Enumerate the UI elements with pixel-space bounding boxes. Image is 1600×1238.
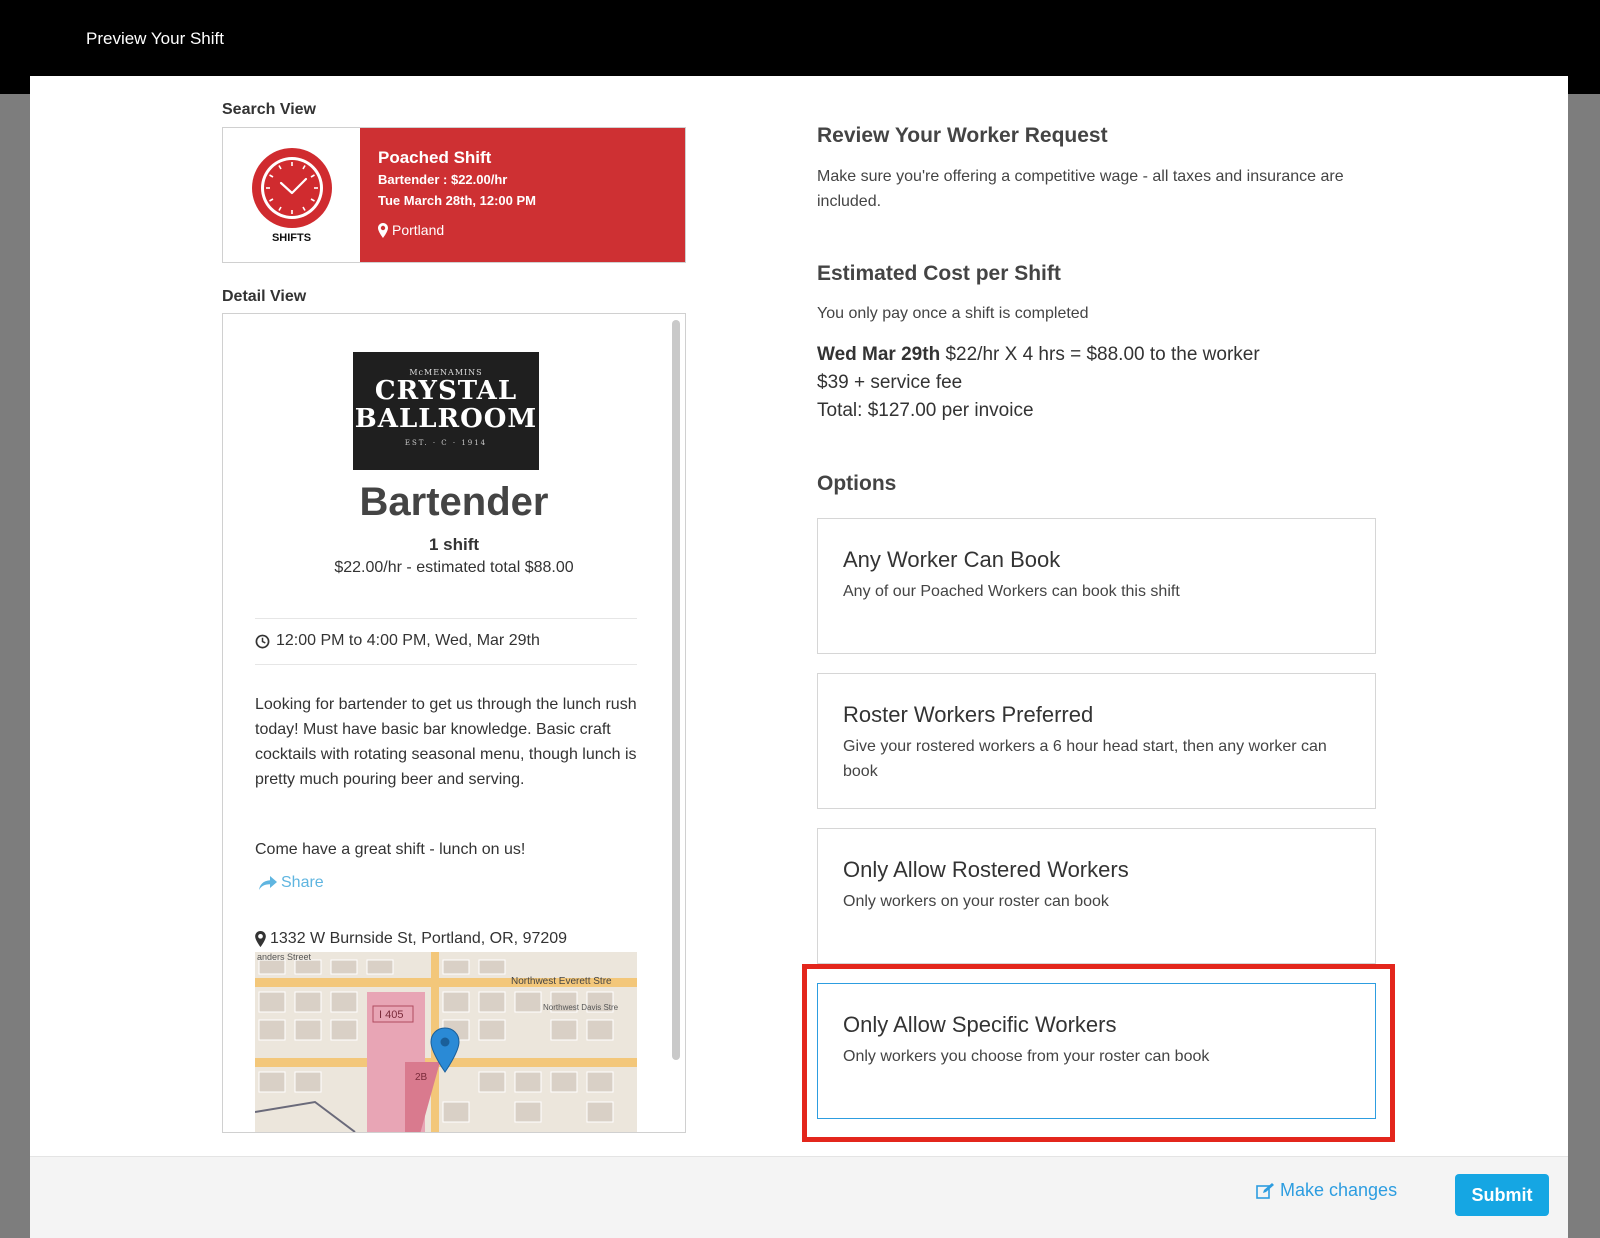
shift-time-text: 12:00 PM to 4:00 PM, Wed, Mar 29th (276, 632, 540, 649)
edit-icon (1256, 1182, 1274, 1199)
shifts-badge: SHIFTS (223, 128, 360, 262)
option-title: Roster Workers Preferred (843, 702, 1094, 727)
option-desc: Give your rostered workers a 6 hour head… (843, 738, 1327, 780)
detail-view-card: McMENAMINS CRYSTAL BALLROOM EST. · C · 1… (222, 313, 686, 1133)
options-title: Options (817, 472, 897, 495)
job-title: Bartender (359, 480, 549, 524)
map-exit-label: 2B (415, 1072, 428, 1083)
option-rostered-only[interactable]: Only Allow Rostered Workers Only workers… (817, 828, 1376, 964)
cost-total: Total: $127.00 per invoice (817, 400, 1034, 421)
shift-time: 12:00 PM to 4:00 PM, Wed, Mar 29th (255, 632, 540, 650)
search-card-location: Portland (378, 222, 667, 238)
detail-scrollbar[interactable] (672, 320, 680, 1060)
map-street-label: anders Street (257, 952, 312, 962)
search-view-card: SHIFTS Poached Shift Bartender : $22.00/… (222, 127, 686, 263)
logo-text-est: EST. · C · 1914 (404, 439, 488, 447)
shift-description: Looking for bartender to get us through … (255, 696, 637, 788)
map-highway-label: I 405 (379, 1009, 403, 1021)
make-changes-link[interactable]: Make changes (1256, 1180, 1397, 1201)
clock-icon (255, 634, 270, 648)
logo-text-line1: CRYSTAL (374, 376, 518, 406)
clock-icon (251, 147, 332, 228)
cost-title: Estimated Cost per Shift (817, 262, 1061, 285)
map-marker-icon (255, 931, 266, 947)
search-card-location-text: Portland (392, 222, 445, 238)
map-marker-icon (378, 222, 388, 238)
cost-subtitle: You only pay once a shift is completed (817, 305, 1089, 322)
search-card-role-rate: Bartender : $22.00/hr (378, 172, 508, 187)
option-title: Only Allow Rostered Workers (843, 857, 1129, 882)
cost-date: Wed Mar 29th (817, 344, 941, 365)
shift-count: 1 shift (428, 535, 480, 554)
map-street-label: Northwest Davis Stre (543, 1003, 619, 1012)
cost-fee: $39 + service fee (817, 372, 963, 393)
review-text: Make sure you're offering a competitive … (817, 168, 1344, 210)
venue-address-text: 1332 W Burnside St, Portland, OR, 97209 (270, 930, 568, 947)
cost-calc: $22/hr X 4 hrs = $88.00 to the worker (945, 344, 1260, 365)
option-title: Only Allow Specific Workers (843, 1012, 1117, 1037)
option-roster-preferred[interactable]: Roster Workers Preferred Give your roste… (817, 673, 1376, 809)
option-desc: Only workers you choose from your roster… (843, 1048, 1210, 1065)
venue-logo: McMENAMINS CRYSTAL BALLROOM EST. · C · 1… (353, 352, 539, 470)
share-label: Share (281, 874, 324, 891)
map-street-label: Northwest Everett Stre (511, 976, 612, 987)
shift-description-closing: Come have a great shift - lunch on us! (255, 841, 526, 858)
rate-estimate: $22.00/hr - estimated total $88.00 (334, 559, 574, 576)
option-any-worker[interactable]: Any Worker Can Book Any of our Poached W… (817, 518, 1376, 654)
logo-text-line2: BALLROOM (354, 404, 538, 434)
option-desc: Only workers on your roster can book (843, 893, 1109, 910)
modal-title: Preview Your Shift (86, 29, 224, 48)
detail-view-label: Detail View (222, 288, 307, 305)
search-card-details: Poached Shift Bartender : $22.00/hr Tue … (360, 128, 685, 262)
option-title: Any Worker Can Book (843, 547, 1061, 572)
search-card-title: Poached Shift (378, 148, 492, 167)
share-icon (259, 876, 277, 890)
location-map[interactable]: I 405 2B anders Street Northwest Everett… (255, 952, 637, 1132)
share-link[interactable]: Share (259, 874, 324, 892)
option-specific-workers[interactable]: Only Allow Specific Workers Only workers… (817, 983, 1376, 1119)
review-title: Review Your Worker Request (817, 124, 1108, 147)
cost-line: Wed Mar 29th $22/hr X 4 hrs = $88.00 to … (817, 341, 1260, 369)
submit-button[interactable]: Submit (1455, 1174, 1549, 1216)
search-card-datetime: Tue March 28th, 12:00 PM (378, 193, 536, 208)
search-view-label: Search View (222, 101, 316, 118)
shifts-label: SHIFTS (271, 231, 312, 244)
map-graphic: I 405 2B anders Street Northwest Everett… (255, 952, 637, 1132)
venue-address: 1332 W Burnside St, Portland, OR, 97209 (255, 930, 567, 948)
make-changes-label: Make changes (1280, 1180, 1398, 1200)
divider (255, 618, 637, 619)
cost-breakdown: Wed Mar 29th $22/hr X 4 hrs = $88.00 to … (817, 341, 1260, 425)
divider (255, 664, 637, 665)
option-desc: Any of our Poached Workers can book this… (843, 583, 1180, 600)
